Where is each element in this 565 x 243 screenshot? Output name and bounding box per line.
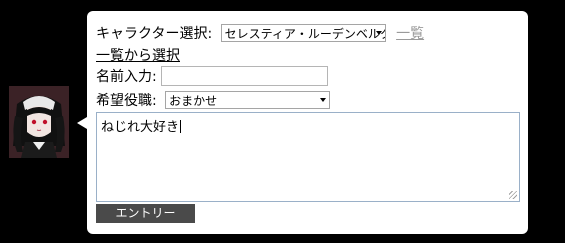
entry-button[interactable]: エントリー xyxy=(96,204,195,223)
character-row: キャラクター選択: セレスティア・ルーデンベルク 一覧 xyxy=(96,23,424,43)
entry-panel: キャラクター選択: セレスティア・ルーデンベルク 一覧 一覧から選択 名前入力:… xyxy=(87,11,528,234)
role-row: 希望役職: おまかせ xyxy=(96,90,331,110)
text-cursor xyxy=(180,120,182,133)
character-avatar xyxy=(9,86,69,158)
character-select[interactable]: セレスティア・ルーデンベルク xyxy=(220,24,386,42)
select-from-list-row: 一覧から選択 xyxy=(96,45,180,65)
character-label: キャラクター選択: xyxy=(96,26,213,42)
resize-grip-icon[interactable] xyxy=(509,191,517,199)
chevron-down-icon xyxy=(375,31,382,35)
list-link[interactable]: 一覧 xyxy=(396,26,424,42)
role-label: 希望役職: xyxy=(96,93,157,109)
role-select-value: おまかせ xyxy=(169,94,218,108)
message-text: ねじれ大好き xyxy=(101,120,180,135)
character-select-value: セレスティア・ルーデンベルク xyxy=(224,27,386,41)
role-select[interactable]: おまかせ xyxy=(165,91,331,109)
message-textarea[interactable]: ねじれ大好き xyxy=(96,112,520,202)
speech-pointer xyxy=(77,117,87,129)
name-input[interactable] xyxy=(161,66,329,86)
name-row: 名前入力: xyxy=(96,66,329,86)
name-label: 名前入力: xyxy=(96,69,157,85)
select-from-list-link[interactable]: 一覧から選択 xyxy=(96,48,180,64)
chevron-down-icon xyxy=(320,98,327,102)
